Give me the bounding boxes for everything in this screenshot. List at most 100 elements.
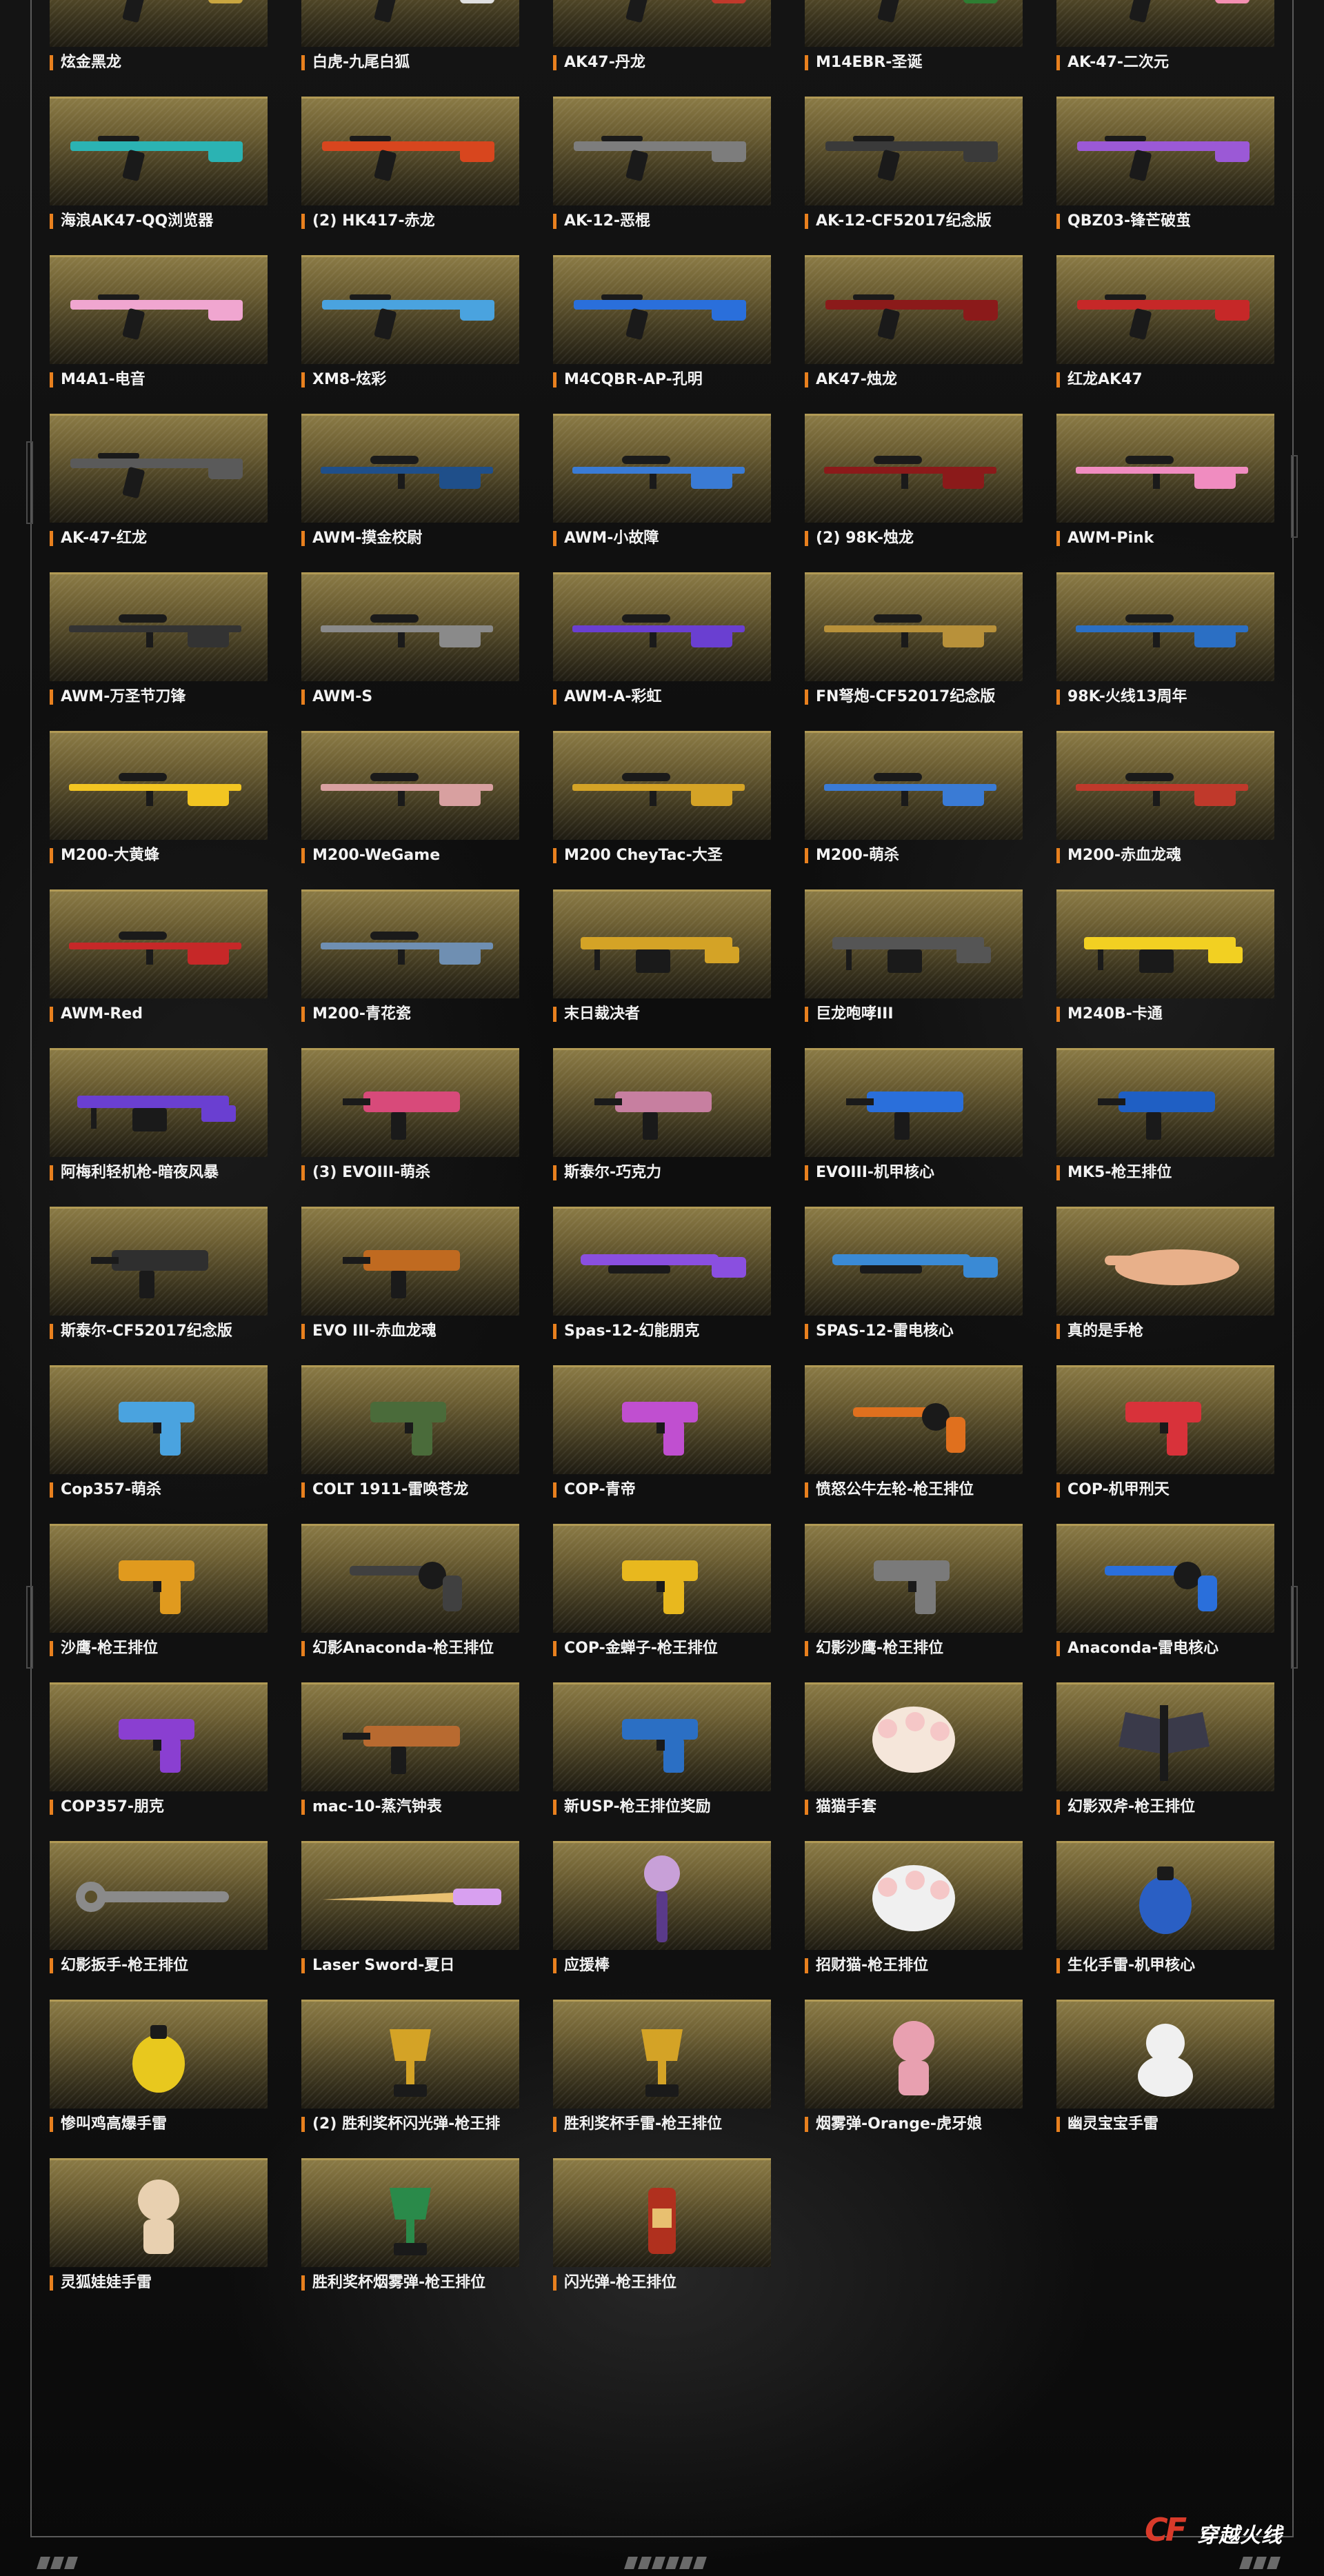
- gallery-card[interactable]: 灵狐娃娃手雷: [50, 2158, 268, 2296]
- item-label: 白虎-九尾白狐: [301, 52, 519, 73]
- item-thumbnail: [1056, 572, 1274, 681]
- gallery-card[interactable]: 新USP-枪王排位奖励: [553, 1682, 771, 1820]
- item-thumbnail: [1056, 2000, 1274, 2109]
- gallery-card[interactable]: 愤怒公牛左轮-枪王排位: [805, 1365, 1023, 1503]
- item-thumbnail: [50, 2000, 268, 2109]
- gallery-card[interactable]: (3) EVOIII-萌杀: [301, 1048, 519, 1186]
- item-thumbnail: [553, 889, 771, 998]
- item-label: AWM-小故障: [553, 528, 771, 549]
- gallery-card[interactable]: XM8-炫彩: [301, 255, 519, 393]
- gallery-card[interactable]: 惨叫鸡高爆手雷: [50, 2000, 268, 2137]
- item-thumbnail: [301, 731, 519, 840]
- gallery-card[interactable]: (2) 胜利奖杯闪光弹-枪王排: [301, 2000, 519, 2137]
- item-thumbnail: [805, 1524, 1023, 1633]
- item-label: AWM-A-彩虹: [553, 687, 771, 707]
- gallery-card[interactable]: MK5-枪王排位: [1056, 1048, 1274, 1186]
- gallery-card[interactable]: M4A1-电音: [50, 255, 268, 393]
- gallery-card[interactable]: 98K-火线13周年: [1056, 572, 1274, 710]
- gallery-card[interactable]: 生化手雷-机甲核心: [1056, 1841, 1274, 1979]
- gallery-card[interactable]: AK47-丹龙: [553, 0, 771, 76]
- gallery-card[interactable]: M200-WeGame: [301, 731, 519, 869]
- gallery-card[interactable]: AK-12-CF52017纪念版: [805, 97, 1023, 234]
- gallery-card[interactable]: 幻影沙鹰-枪王排位: [805, 1524, 1023, 1662]
- gallery-card[interactable]: 招财猫-枪王排位: [805, 1841, 1023, 1979]
- gallery-card[interactable]: 胜利奖杯烟雾弹-枪王排位: [301, 2158, 519, 2296]
- gallery-card[interactable]: Anaconda-雷电核心: [1056, 1524, 1274, 1662]
- item-thumbnail: [1056, 1524, 1274, 1633]
- gallery-card[interactable]: 应援棒: [553, 1841, 771, 1979]
- gallery-card[interactable]: SPAS-12-雷电核心: [805, 1207, 1023, 1345]
- gallery-card[interactable]: (2) 98K-烛龙: [805, 414, 1023, 552]
- item-label: M200-WeGame: [301, 845, 519, 866]
- gallery-card[interactable]: 幻影Anaconda-枪王排位: [301, 1524, 519, 1662]
- gallery-card[interactable]: 真的是手枪: [1056, 1207, 1274, 1345]
- gallery-card[interactable]: COLT 1911-雷唤苍龙: [301, 1365, 519, 1503]
- gallery-card[interactable]: Cop357-萌杀: [50, 1365, 268, 1503]
- gallery-card[interactable]: (2) HK417-赤龙: [301, 97, 519, 234]
- item-label: COP357-朋克: [50, 1797, 268, 1818]
- gallery-card[interactable]: M200-赤血龙魂: [1056, 731, 1274, 869]
- item-thumbnail: [50, 414, 268, 523]
- gallery-card[interactable]: 沙鹰-枪王排位: [50, 1524, 268, 1662]
- gallery-card[interactable]: M200-青花瓷: [301, 889, 519, 1027]
- gallery-card[interactable]: 斯泰尔-巧克力: [553, 1048, 771, 1186]
- weapon-gallery-grid: 炫金黑龙 白虎-九尾白狐 AK47-丹龙 M14EBR-圣诞 AK-47-二次元…: [50, 0, 1274, 2296]
- gallery-card[interactable]: mac-10-蒸汽钟表: [301, 1682, 519, 1820]
- gallery-card[interactable]: 猫猫手套: [805, 1682, 1023, 1820]
- gallery-card[interactable]: 斯泰尔-CF52017纪念版: [50, 1207, 268, 1345]
- gallery-card[interactable]: M200 CheyTac-大圣: [553, 731, 771, 869]
- gallery-card[interactable]: M200-萌杀: [805, 731, 1023, 869]
- gallery-card[interactable]: 胜利奖杯手雷-枪王排位: [553, 2000, 771, 2137]
- gallery-card[interactable]: AWM-小故障: [553, 414, 771, 552]
- item-thumbnail: [1056, 1207, 1274, 1316]
- frame-notch-right-1: [1291, 455, 1298, 538]
- item-thumbnail: [301, 414, 519, 523]
- item-label: EVO III-赤血龙魂: [301, 1321, 519, 1342]
- item-label: AK47-烛龙: [805, 370, 1023, 390]
- item-label: QBZ03-锋芒破茧: [1056, 211, 1274, 232]
- gallery-card[interactable]: M240B-卡通: [1056, 889, 1274, 1027]
- gallery-card[interactable]: AWM-S: [301, 572, 519, 710]
- item-thumbnail: [301, 2158, 519, 2267]
- gallery-card[interactable]: AWM-A-彩虹: [553, 572, 771, 710]
- gallery-card[interactable]: EVO III-赤血龙魂: [301, 1207, 519, 1345]
- gallery-card[interactable]: 炫金黑龙: [50, 0, 268, 76]
- gallery-card[interactable]: COP-青帝: [553, 1365, 771, 1503]
- gallery-card[interactable]: AK-47-二次元: [1056, 0, 1274, 76]
- gallery-card[interactable]: QBZ03-锋芒破茧: [1056, 97, 1274, 234]
- gallery-card[interactable]: COP-机甲刑天: [1056, 1365, 1274, 1503]
- gallery-card[interactable]: 巨龙咆哮III: [805, 889, 1023, 1027]
- item-thumbnail: [1056, 255, 1274, 364]
- gallery-card[interactable]: 阿梅利轻机枪-暗夜风暴: [50, 1048, 268, 1186]
- gallery-card[interactable]: AWM-万圣节刀锋: [50, 572, 268, 710]
- gallery-card[interactable]: M200-大黄蜂: [50, 731, 268, 869]
- gallery-card[interactable]: Spas-12-幻能朋克: [553, 1207, 771, 1345]
- gallery-card[interactable]: 末日裁决者: [553, 889, 771, 1027]
- gallery-card[interactable]: AWM-摸金校尉: [301, 414, 519, 552]
- gallery-card[interactable]: COP-金蝉子-枪王排位: [553, 1524, 771, 1662]
- gallery-card[interactable]: M14EBR-圣诞: [805, 0, 1023, 76]
- gallery-card[interactable]: AWM-Pink: [1056, 414, 1274, 552]
- gallery-card[interactable]: EVOIII-机甲核心: [805, 1048, 1023, 1186]
- gallery-card[interactable]: FN弩炮-CF52017纪念版: [805, 572, 1023, 710]
- gallery-card[interactable]: Laser Sword-夏日: [301, 1841, 519, 1979]
- item-thumbnail: [1056, 1365, 1274, 1474]
- item-label: 幻影双斧-枪王排位: [1056, 1797, 1274, 1818]
- gallery-card[interactable]: 幽灵宝宝手雷: [1056, 2000, 1274, 2137]
- item-label: MK5-枪王排位: [1056, 1163, 1274, 1183]
- item-label: mac-10-蒸汽钟表: [301, 1797, 519, 1818]
- gallery-card[interactable]: 幻影双斧-枪王排位: [1056, 1682, 1274, 1820]
- item-thumbnail: [50, 0, 268, 47]
- gallery-card[interactable]: M4CQBR-AP-孔明: [553, 255, 771, 393]
- gallery-card[interactable]: 红龙AK47: [1056, 255, 1274, 393]
- gallery-card[interactable]: AK47-烛龙: [805, 255, 1023, 393]
- gallery-card[interactable]: 幻影扳手-枪王排位: [50, 1841, 268, 1979]
- gallery-card[interactable]: 白虎-九尾白狐: [301, 0, 519, 76]
- gallery-card[interactable]: 闪光弹-枪王排位: [553, 2158, 771, 2296]
- gallery-card[interactable]: 烟雾弹-Orange-虎牙娘: [805, 2000, 1023, 2137]
- gallery-card[interactable]: AWM-Red: [50, 889, 268, 1027]
- gallery-card[interactable]: COP357-朋克: [50, 1682, 268, 1820]
- gallery-card[interactable]: AK-47-红龙: [50, 414, 268, 552]
- gallery-card[interactable]: 海浪AK47-QQ浏览器: [50, 97, 268, 234]
- gallery-card[interactable]: AK-12-恶棍: [553, 97, 771, 234]
